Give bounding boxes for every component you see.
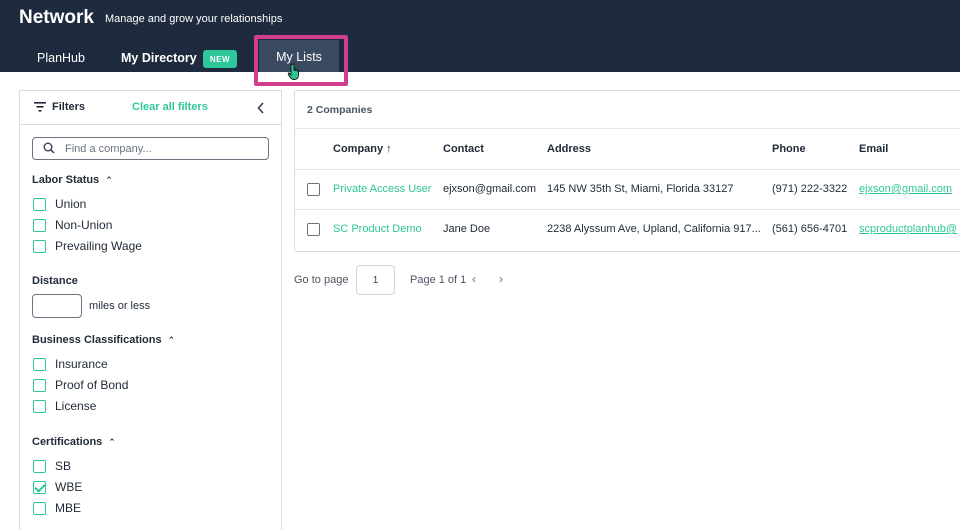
filters-header: Filters Clear all filters	[20, 91, 281, 125]
address-cell: 2238 Alyssum Ave, Upland, California 917…	[547, 223, 761, 235]
clear-all-filters-link[interactable]: Clear all filters	[132, 101, 208, 113]
column-email[interactable]: Email	[859, 143, 888, 155]
distance-input[interactable]	[32, 294, 82, 318]
chevron-left-icon[interactable]: ‹	[472, 272, 476, 286]
chevron-up-icon: ⌃	[105, 175, 113, 185]
business-classifications-section[interactable]: Business Classifications ⌃	[32, 334, 175, 346]
address-cell: 145 NW 35th St, Miami, Florida 33127	[547, 183, 734, 195]
results-table: 2 Companies Company ↑ Contact Address Ph…	[294, 90, 960, 252]
company-link[interactable]: Private Access User	[333, 183, 437, 195]
labor-status-section[interactable]: Labor Status ⌃	[32, 174, 113, 186]
labor-status-title: Labor Status	[32, 174, 100, 186]
chevron-up-icon: ⌃	[108, 437, 116, 447]
column-contact[interactable]: Contact	[443, 143, 484, 155]
phone-cell: (561) 656-4701	[772, 223, 848, 235]
option-label: Prevailing Wage	[55, 239, 142, 253]
option-label: Union	[55, 197, 87, 211]
table-header: Company ↑ Contact Address Phone Email	[295, 128, 960, 170]
filter-option-prevailing-wage[interactable]: Prevailing Wage	[33, 238, 142, 254]
table-row[interactable]: Private Access User ejxson@gmail.com 145…	[295, 170, 960, 210]
filter-option-license[interactable]: License	[33, 398, 96, 414]
option-label: MBE	[55, 501, 82, 515]
checkbox[interactable]	[33, 378, 46, 392]
checkbox-checked[interactable]	[33, 480, 46, 494]
checkbox[interactable]	[33, 218, 46, 232]
company-link[interactable]: SC Product Demo	[333, 223, 437, 235]
checkbox[interactable]	[33, 459, 46, 473]
option-label: Insurance	[55, 357, 108, 371]
option-label: Non-Union	[55, 218, 113, 232]
filter-option-mbe[interactable]: MBE	[33, 500, 81, 516]
app-title: Network	[19, 7, 94, 28]
tab-my-directory[interactable]: My Directory	[121, 51, 197, 65]
go-to-page-label: Go to page	[294, 274, 349, 286]
results-count: 2 Companies	[307, 104, 373, 116]
tab-planhub[interactable]: PlanHub	[37, 51, 85, 65]
filter-option-sb[interactable]: SB	[33, 458, 71, 474]
option-label: Proof of Bond	[55, 378, 129, 392]
search-icon	[43, 142, 55, 154]
filters-title: Filters	[52, 101, 86, 113]
certifications-title: Certifications	[32, 436, 103, 448]
distance-unit-label: miles or less	[89, 300, 151, 312]
row-checkbox[interactable]	[307, 183, 320, 196]
filter-option-wbe[interactable]: WBE	[33, 479, 82, 495]
distance-title: Distance	[32, 275, 78, 287]
contact-cell: Jane Doe	[443, 223, 491, 235]
app-tagline: Manage and grow your relationships	[105, 13, 283, 25]
option-label: WBE	[55, 480, 83, 494]
top-bar: Network Manage and grow your relationshi…	[0, 0, 960, 72]
checkbox[interactable]	[33, 197, 46, 211]
filters-panel: Filters Clear all filters Labor Status⌃ …	[19, 90, 282, 530]
email-link[interactable]: scproductplanhub@	[859, 223, 960, 235]
contact-cell: ejxson@gmail.com	[443, 183, 537, 195]
company-search-field[interactable]	[32, 137, 269, 160]
filter-option-non-union[interactable]: Non-Union	[33, 217, 112, 233]
new-badge: NEW	[203, 50, 237, 68]
phone-cell: (971) 222-3322	[772, 183, 848, 195]
business-classifications-title: Business Classifications	[32, 334, 162, 346]
option-label: License	[55, 399, 97, 413]
checkbox[interactable]	[33, 239, 46, 253]
checkbox[interactable]	[33, 501, 46, 515]
page-number-input[interactable]: 1	[356, 265, 395, 295]
chevron-up-icon: ⌃	[167, 335, 176, 345]
column-phone[interactable]: Phone	[772, 143, 806, 155]
column-company[interactable]: Company ↑	[333, 143, 392, 155]
tab-my-lists-label: My Lists	[276, 50, 322, 64]
checkbox[interactable]	[33, 357, 46, 371]
company-search-input[interactable]	[65, 141, 260, 156]
chevron-right-icon[interactable]: ›	[499, 272, 503, 286]
filter-option-proof-of-bond[interactable]: Proof of Bond	[33, 377, 128, 393]
hand-cursor-icon	[287, 63, 299, 80]
filter-option-insurance[interactable]: Insurance	[33, 356, 108, 372]
table-row[interactable]: SC Product Demo Jane Doe 2238 Alyssum Av…	[295, 210, 960, 250]
filter-option-union[interactable]: Union	[33, 196, 86, 212]
filter-icon	[34, 102, 46, 112]
certifications-section[interactable]: Certifications ⌃	[32, 436, 116, 448]
option-label: SB	[55, 459, 72, 473]
checkbox[interactable]	[33, 399, 46, 413]
chevron-left-icon[interactable]	[257, 102, 265, 114]
row-checkbox[interactable]	[307, 223, 320, 236]
column-address[interactable]: Address	[547, 143, 591, 155]
email-link[interactable]: ejxson@gmail.com	[859, 183, 960, 195]
page-info: Page 1 of 1	[410, 274, 467, 286]
